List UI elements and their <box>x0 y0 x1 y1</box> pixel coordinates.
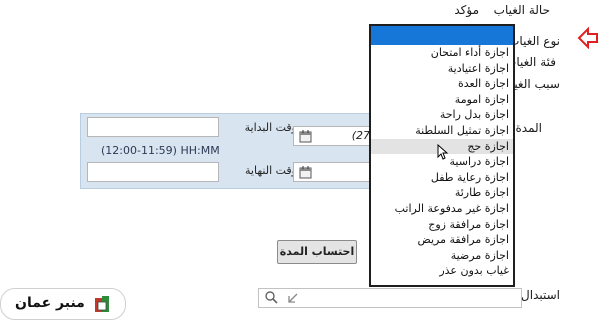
start-date-value: (27 <box>351 129 370 142</box>
absence-status-label: حالة الغياب <box>493 3 550 17</box>
calendar-icon[interactable] <box>299 129 313 143</box>
clear-arrow-icon[interactable] <box>287 292 299 304</box>
start-time-input[interactable] <box>87 117 219 137</box>
brand-logo-icon <box>95 296 109 312</box>
dropdown-selected-row[interactable] <box>371 26 513 45</box>
dropdown-option[interactable]: غياب بدون عذر <box>371 263 513 279</box>
calendar-icon[interactable] <box>299 165 313 179</box>
absence-type-label: نوع الغياب <box>508 34 560 48</box>
duration-panel: (12:00-11:59) HH:MM وقت البداية وقت النه… <box>80 113 379 189</box>
dropdown-option[interactable]: اجازة مرافقة مريض <box>371 232 513 248</box>
dropdown-option[interactable]: اجازة اعتيادية <box>371 61 513 77</box>
end-time-label: وقت النهاية <box>245 164 297 177</box>
calculate-duration-button[interactable]: احتساب المدة <box>277 240 357 264</box>
dropdown-option[interactable]: اجازة العدة <box>371 76 513 92</box>
dropdown-options: اجازة أداء امتحان اجازة اعتيادية اجازة الع… <box>371 45 513 279</box>
time-format-hint: (12:00-11:59) HH:MM <box>101 144 220 157</box>
dropdown-option[interactable]: اجازة غير مدفوعة الراتب <box>371 201 513 217</box>
search-icon[interactable] <box>265 291 278 304</box>
dropdown-option[interactable]: اجازة مرافقة زوج <box>371 217 513 233</box>
start-time-label: وقت البداية <box>244 121 297 134</box>
dropdown-option[interactable]: اجازة بدل راحة <box>371 107 513 123</box>
duration-label: المدة <box>515 121 542 135</box>
red-arrow-icon <box>577 27 598 49</box>
dropdown-option[interactable]: اجازة أداء امتحان <box>371 45 513 61</box>
replacement-search-input[interactable] <box>258 288 522 308</box>
dropdown-option[interactable]: اجازة طارئة <box>371 185 513 201</box>
absence-status-value: مؤكد <box>454 3 479 17</box>
watermark-logo: منبر عمان <box>0 288 126 320</box>
dropdown-option[interactable]: اجازة رعاية طفل <box>371 170 513 186</box>
watermark-text: منبر عمان <box>15 295 85 311</box>
end-time-input[interactable] <box>87 162 219 182</box>
dropdown-option[interactable]: اجازة امومة <box>371 92 513 108</box>
dropdown-option[interactable]: اجازة تمثيل السلطنة <box>371 123 513 139</box>
mouse-cursor-icon <box>437 144 449 160</box>
dropdown-option[interactable]: اجازة مرضية <box>371 248 513 264</box>
